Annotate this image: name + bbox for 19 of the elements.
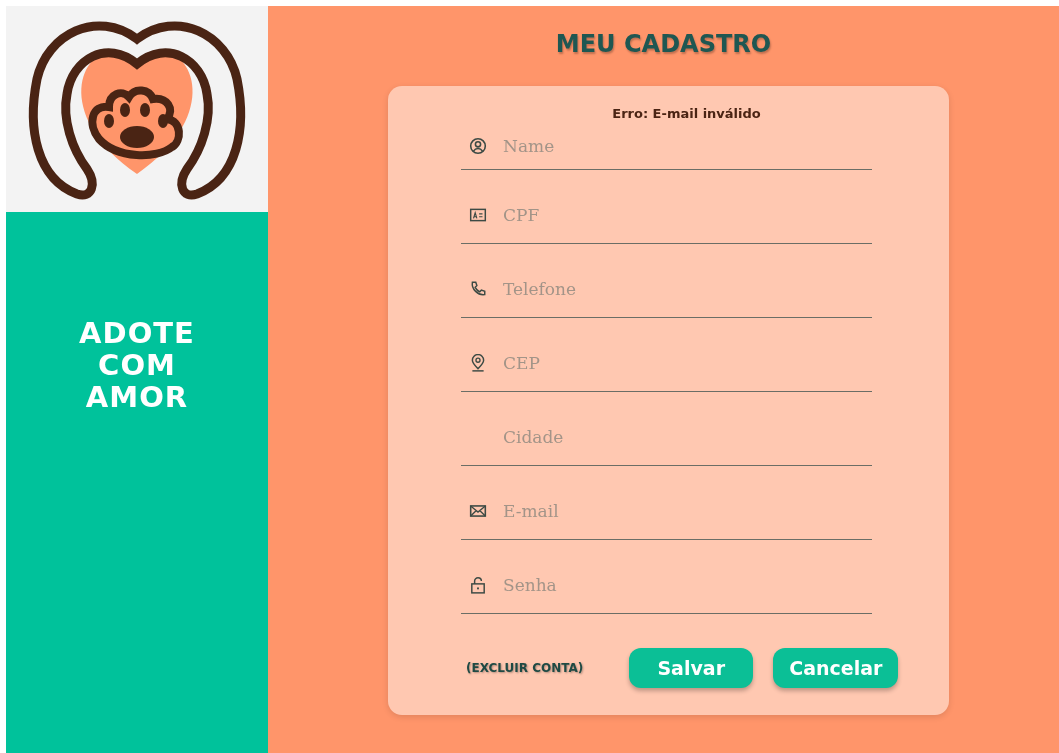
error-message: Erro: E-mail inválido <box>611 106 762 122</box>
save-button[interactable]: Salvar <box>629 648 754 688</box>
input-field[interactable]: Senha <box>501 573 872 596</box>
user-icon <box>469 136 487 155</box>
input-field[interactable]: CEP <box>501 351 872 374</box>
brand-text: COM <box>98 349 176 381</box>
brand-text: ADOTE <box>79 317 195 349</box>
input-field[interactable]: Telefone <box>501 277 872 300</box>
input-field[interactable]: E-mail <box>501 499 872 522</box>
input-field[interactable]: Cidade <box>501 425 872 448</box>
phone-icon <box>469 279 487 298</box>
delete-account-link[interactable]: (EXCLUIR CONTA) <box>466 661 584 675</box>
input-field[interactable]: Name <box>501 134 872 157</box>
cancel-button[interactable]: Cancelar <box>773 648 899 688</box>
page-title: MEU CADASTRO <box>555 30 772 60</box>
input-field[interactable]: CPF <box>501 203 872 226</box>
brand-text: AMOR <box>85 381 189 413</box>
unlocked-padlock-icon <box>469 575 487 594</box>
location-pin-icon <box>469 353 487 372</box>
